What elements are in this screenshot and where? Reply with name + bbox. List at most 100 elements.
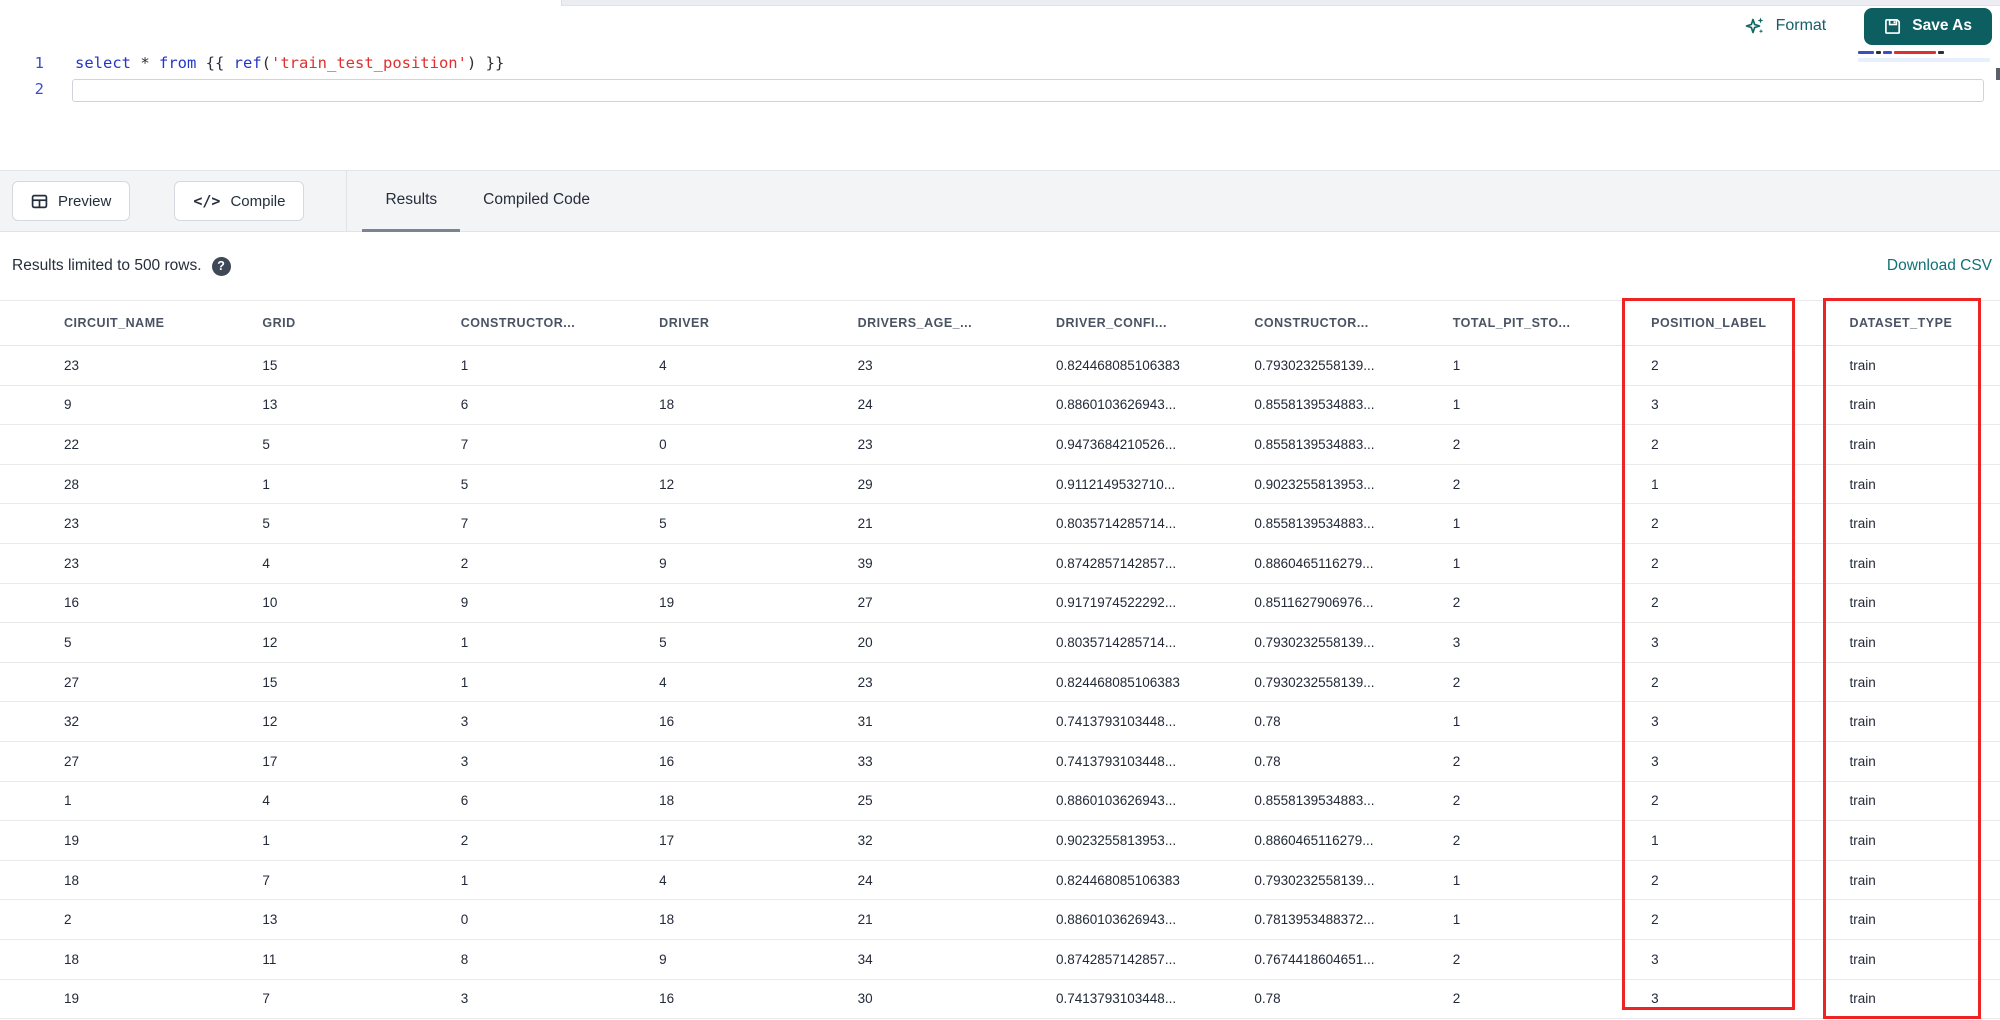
table-cell: train	[1849, 595, 1876, 611]
table-cell: 13	[262, 397, 278, 413]
tab-results[interactable]: Results	[362, 170, 461, 232]
table-cell: 5	[659, 516, 667, 532]
table-cell: 27	[857, 595, 873, 611]
table-cell: 18	[659, 397, 675, 413]
table-cell: 2	[1452, 753, 1461, 769]
column-header: DRIVERS_AGE_...	[857, 316, 973, 330]
table-cell: 0.8742857142857...	[1055, 555, 1177, 571]
format-button[interactable]: Format	[1745, 16, 1826, 37]
table-cell: 0.8742857142857...	[1055, 951, 1177, 967]
editor-scrollbar[interactable]	[1996, 68, 2000, 80]
table-cell: 16	[659, 714, 675, 730]
preview-button[interactable]: Preview	[12, 181, 131, 221]
table-cell: 1	[1452, 555, 1461, 571]
table-cell: 0.7674418604651...	[1254, 951, 1375, 967]
active-line-highlight[interactable]	[72, 79, 1984, 102]
table-cell: 5	[262, 436, 270, 452]
table-cell: 3	[460, 714, 469, 730]
table-cell: 1	[1452, 357, 1461, 373]
table-cell: 0.78	[1254, 991, 1281, 1007]
table-cell: 4	[262, 555, 270, 571]
table-cell: 0.8860103626943...	[1055, 912, 1177, 928]
table-cell: 23	[64, 555, 80, 571]
table-grid-icon	[31, 193, 48, 210]
table-cell: 6	[460, 793, 469, 809]
table-cell: 9	[64, 397, 72, 413]
table-cell: 0.8860103626943...	[1055, 793, 1177, 809]
table-cell: 34	[857, 951, 873, 967]
table-cell: 1	[1452, 397, 1461, 413]
table-cell: train	[1849, 832, 1876, 848]
table-cell: 1	[262, 832, 270, 848]
table-row: 27 15 1 4 23 0.824468085106383 0.7930232558139…	[0, 662, 2000, 703]
table-cell: 1	[1452, 872, 1461, 888]
floppy-disk-icon	[1884, 17, 1902, 35]
table-cell: 0.8035714285714...	[1055, 634, 1177, 650]
code-line[interactable]: 1 select * from {{ ref('train_test_positi…	[0, 50, 2000, 76]
table-cell: train	[1849, 674, 1876, 690]
table-cell: 2	[1452, 951, 1461, 967]
compile-label: Compile	[230, 192, 286, 210]
table-cell: 23	[64, 516, 80, 532]
table-cell: 15	[262, 357, 278, 373]
table-cell: 15	[262, 674, 278, 690]
table-cell: train	[1849, 436, 1876, 452]
download-csv-link[interactable]: Download CSV	[1887, 257, 1992, 275]
table-cell: 22	[64, 436, 80, 452]
table-cell: 7	[460, 516, 469, 532]
table-cell: 1	[460, 634, 469, 650]
save-as-button[interactable]: Save As	[1864, 7, 1992, 45]
table-cell: 2	[1452, 793, 1461, 809]
help-icon[interactable]: ?	[211, 256, 231, 276]
table-cell: 17	[659, 832, 675, 848]
table-cell: 24	[857, 872, 873, 888]
table-cell: 0.9112149532710...	[1055, 476, 1176, 492]
code-icon: </>	[193, 192, 221, 210]
column-header: POSITION_LABEL	[1651, 316, 1767, 330]
sql-editor[interactable]: 1 select * from {{ ref('train_test_positi…	[0, 6, 2000, 170]
tab-compiled-code[interactable]: Compiled Code	[460, 170, 613, 232]
minimap-viewport	[1858, 58, 1990, 62]
table-cell: 2	[1452, 436, 1461, 452]
table-cell: 0.9023255813953...	[1254, 476, 1375, 492]
table-cell: 3	[460, 991, 469, 1007]
table-cell: 17	[262, 753, 278, 769]
table-row: 9 13 6 18 24 0.8860103626943... 0.855813953488…	[0, 385, 2000, 426]
table-cell: 31	[857, 714, 873, 730]
table-cell: 33	[857, 753, 873, 769]
table-cell: 23	[64, 357, 80, 373]
table-cell: 2	[64, 912, 72, 928]
editor-minimap[interactable]	[1858, 50, 1990, 68]
table-cell: 7	[262, 872, 270, 888]
table-cell: 12	[262, 714, 278, 730]
table-cell: 9	[659, 951, 667, 967]
table-row: 5 12 1 5 20 0.8035714285714... 0.7930232558139…	[0, 623, 2000, 663]
table-cell: 0.8558139534883...	[1254, 793, 1375, 809]
table-cell: 21	[857, 912, 873, 928]
table-cell: 0.9473684210526...	[1055, 436, 1177, 452]
column-header: CONSTRUCTOR...	[1254, 316, 1369, 330]
table-cell: 0.7930232558139...	[1254, 634, 1375, 650]
table-cell: 24	[857, 397, 873, 413]
table-cell: 1	[460, 674, 469, 690]
table-cell: 3	[1651, 397, 1659, 413]
table-cell: 0	[460, 912, 469, 928]
results-tabs: Results Compiled Code	[362, 170, 613, 232]
table-cell: train	[1849, 793, 1876, 809]
compile-button[interactable]: </> Compile	[174, 181, 305, 221]
table-cell: 1	[460, 872, 469, 888]
table-row: 2 13 0 18 21 0.8860103626943... 0.781395348837…	[0, 900, 2000, 940]
toolbar-divider	[346, 170, 348, 232]
table-cell: train	[1849, 634, 1876, 650]
table-cell: 3	[1651, 951, 1659, 967]
table-cell: train	[1849, 516, 1876, 532]
table-cell: 6	[460, 397, 469, 413]
table-cell: 0.7413793103448...	[1055, 991, 1177, 1007]
line-number: 2	[34, 80, 44, 98]
table-cell: 0.78	[1254, 714, 1281, 730]
table-cell: 0.824468085106383	[1055, 674, 1180, 690]
table-cell: 0.8860103626943...	[1055, 397, 1177, 413]
table-cell: 0.8860465116279...	[1254, 555, 1374, 571]
table-cell: 16	[659, 991, 675, 1007]
